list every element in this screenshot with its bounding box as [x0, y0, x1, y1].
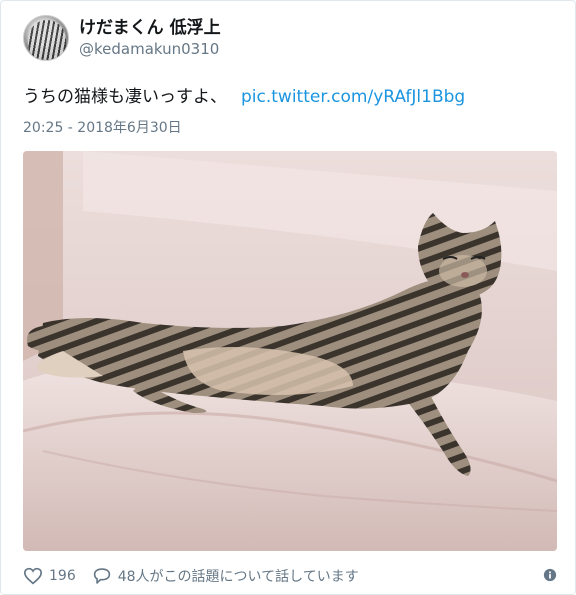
cat-photo[interactable] [23, 151, 557, 551]
tweet-link[interactable]: pic.twitter.com/yRAfJl1Bbg [241, 87, 465, 107]
conversation-text: 48人がこの話題について話しています [117, 569, 359, 585]
tweet-footer: 196 48人がこの話題について話しています [23, 566, 359, 586]
tweet-timestamp[interactable]: 20:25 - 2018年6月30日 [23, 117, 182, 137]
info-icon[interactable] [543, 567, 557, 586]
cat-photo-illustration [23, 151, 557, 551]
like-count: 196 [49, 568, 76, 584]
user-handle[interactable]: @kedamakun0310 [79, 39, 221, 59]
display-name[interactable]: けだまくん 低浮上 [79, 17, 221, 39]
tweet-card: けだまくん 低浮上 @kedamakun0310 うちの猫様も凄いっすよ、 pic… [0, 0, 576, 595]
speech-bubble-icon [93, 568, 110, 584]
like-button[interactable]: 196 [23, 567, 76, 585]
heart-icon [23, 567, 43, 585]
tweet-body: うちの猫様も凄いっすよ、 [23, 87, 227, 107]
conversation-link[interactable]: 48人がこの話題について話しています [92, 566, 359, 586]
tweet-text: うちの猫様も凄いっすよ、 pic.twitter.com/yRAfJl1Bbg [23, 85, 465, 109]
user-names: けだまくん 低浮上 @kedamakun0310 [79, 17, 221, 59]
avatar[interactable] [23, 15, 69, 61]
tweet-header: けだまくん 低浮上 @kedamakun0310 [23, 15, 221, 61]
